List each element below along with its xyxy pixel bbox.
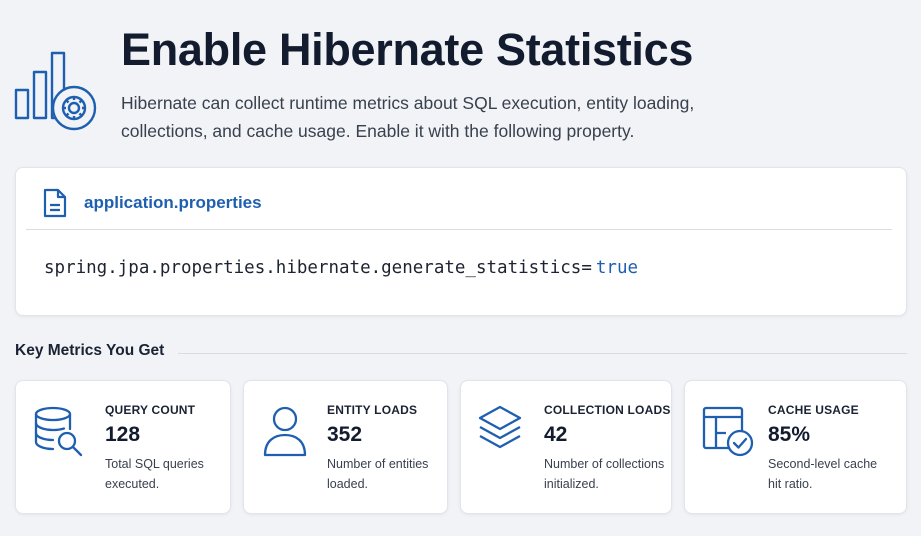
property-value: true bbox=[595, 258, 639, 278]
metric-label: ENTITY LOADS bbox=[327, 403, 418, 417]
metric-card-cache-usage: CACHE USAGE 85% Second-level cache hit r… bbox=[684, 380, 907, 514]
page-description: Hibernate can collect runtime metrics ab… bbox=[121, 93, 695, 141]
metric-label: COLLECTION LOADS bbox=[544, 403, 671, 417]
user-icon bbox=[263, 406, 307, 457]
metric-caption: Total SQL queries executed. bbox=[105, 457, 204, 491]
metric-card-collection-loads: COLLECTION LOADS 42 Number of collection… bbox=[460, 380, 672, 514]
metric-card-query-count: QUERY COUNT 128 Total SQL queries execut… bbox=[15, 380, 231, 514]
metric-label: QUERY COUNT bbox=[105, 403, 196, 417]
property-key: spring.jpa.properties.hibernate.generate… bbox=[44, 258, 592, 278]
database-search-icon bbox=[34, 406, 83, 457]
metric-value: 42 bbox=[544, 423, 568, 446]
metric-caption: Second-level cache hit ratio. bbox=[768, 457, 878, 491]
page-title: Enable Hibernate Statistics bbox=[121, 24, 694, 75]
metric-caption: Number of entities loaded. bbox=[327, 457, 429, 491]
code-divider bbox=[26, 229, 892, 230]
layers-icon bbox=[478, 405, 522, 449]
metric-label: CACHE USAGE bbox=[768, 403, 859, 417]
code-line: spring.jpa.properties.hibernate.generate… bbox=[44, 258, 638, 278]
section-divider bbox=[178, 353, 907, 354]
metric-caption: Number of collections initialized. bbox=[544, 457, 665, 491]
document-icon bbox=[43, 188, 67, 218]
code-file-name: application.properties bbox=[84, 193, 262, 212]
metric-value: 352 bbox=[327, 423, 363, 446]
metric-card-entity-loads: ENTITY LOADS 352 Number of entities load… bbox=[243, 380, 448, 514]
cache-check-icon bbox=[702, 406, 754, 457]
code-snippet-card: application.properties spring.jpa.proper… bbox=[15, 167, 907, 316]
bar-chart-gear-icon bbox=[14, 51, 97, 131]
section-title: Key Metrics You Get bbox=[15, 342, 165, 359]
metric-value: 128 bbox=[105, 423, 141, 446]
metric-value: 85% bbox=[768, 423, 811, 446]
